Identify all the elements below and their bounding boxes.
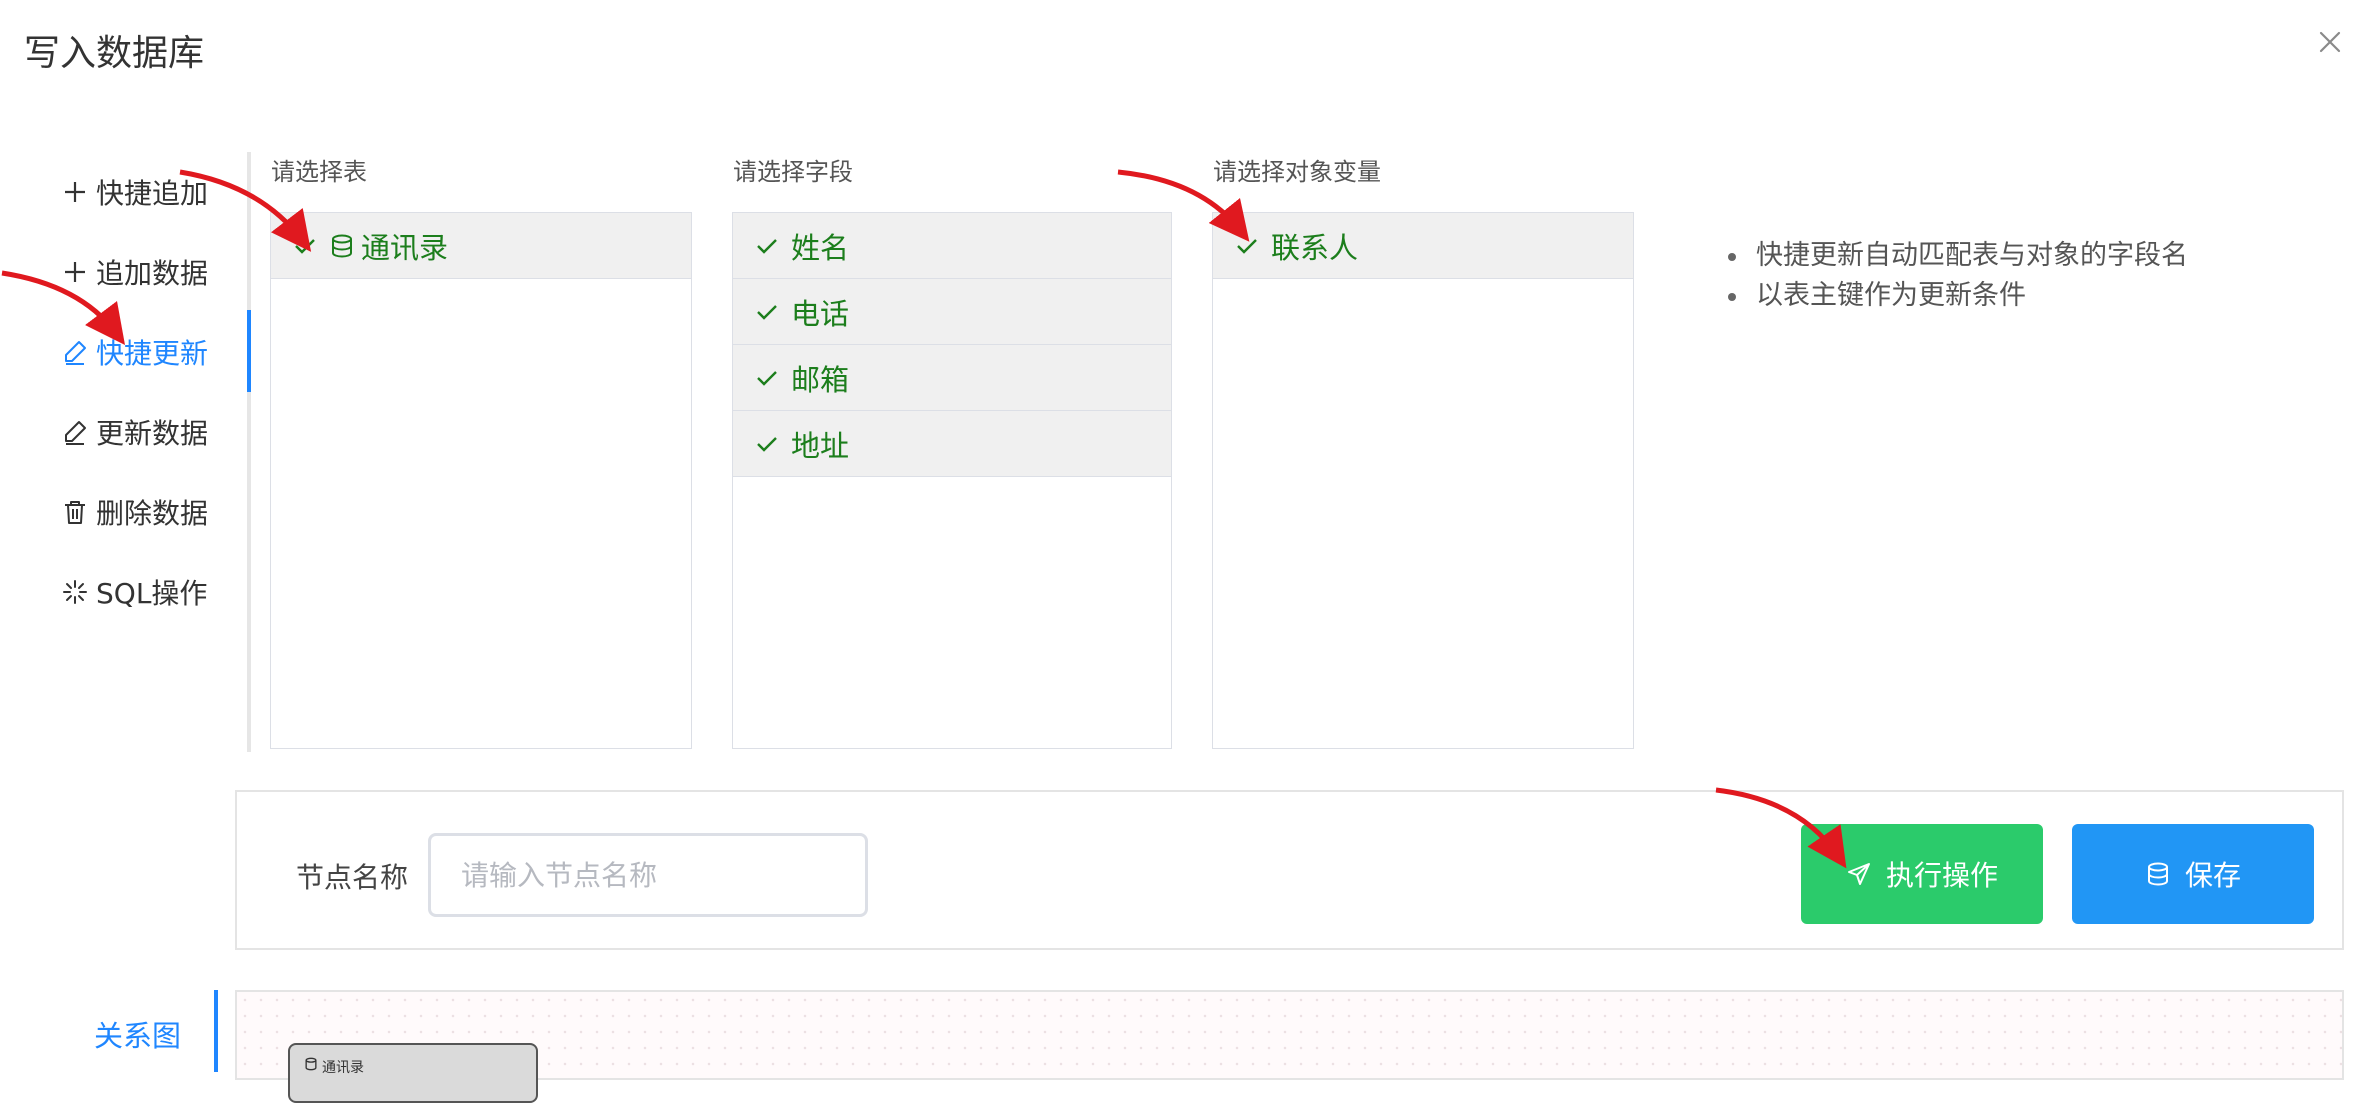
tab-active-indicator [214,990,218,1072]
check-icon [757,304,777,320]
plus-icon [65,182,85,202]
menu-item-label: 快捷更新 [96,337,209,370]
database-icon [2147,862,2168,886]
relation-graph-canvas[interactable] [235,990,2344,1080]
menu-item-sql[interactable]: SQL操作 [62,572,207,612]
field-row[interactable]: 邮箱 [733,345,1171,411]
table-select-label: 请选择表 [271,158,367,186]
object-row[interactable]: 联系人 [1213,213,1633,279]
trash-icon [65,501,85,524]
table-name: 通讯录 [361,230,449,265]
field-name: 地址 [791,428,850,463]
field-name: 电话 [791,296,850,331]
graph-node-label: 通讯录 [322,1060,364,1076]
field-name: 姓名 [791,230,850,265]
tab-relation-graph[interactable]: 关系图 [94,1013,181,1055]
hint-item: 快捷更新自动匹配表与对象的字段名 [1722,236,2188,276]
database-icon [332,234,352,258]
send-icon [1847,863,1870,885]
check-icon [757,436,777,452]
graph-node[interactable]: 通讯录 [288,1043,538,1103]
check-icon [757,370,777,386]
menu-item-label: 更新数据 [96,417,209,450]
field-row[interactable]: 姓名 [733,213,1171,279]
check-icon [1237,238,1257,254]
menu-item-quick-update[interactable]: 快捷更新 [62,332,208,372]
check-icon [295,238,315,254]
menu-item-quick-append[interactable]: 快捷追加 [62,172,208,212]
field-name: 邮箱 [791,362,850,397]
save-button[interactable]: 保存 [2072,824,2314,924]
menu-divider [247,152,251,752]
close-button[interactable] [2310,22,2350,62]
execute-button[interactable]: 执行操作 [1801,824,2043,924]
close-icon [2319,31,2341,53]
menu-item-update-data[interactable]: 更新数据 [62,412,208,452]
hint-list: 快捷更新自动匹配表与对象的字段名 以表主键作为更新条件 [1722,236,2188,316]
execute-button-label: 执行操作 [1885,859,1998,892]
menu-item-label: SQL操作 [96,577,208,610]
menu-active-indicator [247,310,251,392]
field-list: 姓名 电话 邮箱 地址 [732,212,1172,749]
field-row[interactable]: 地址 [733,411,1171,477]
menu-item-append-data[interactable]: 追加数据 [62,252,208,292]
table-row[interactable]: 通讯录 [271,213,691,279]
field-row[interactable]: 电话 [733,279,1171,345]
field-select-label: 请选择字段 [733,158,853,186]
menu-item-label: 追加数据 [96,257,209,290]
object-name: 联系人 [1271,230,1359,265]
object-select-label: 请选择对象变量 [1213,158,1381,186]
node-name-input[interactable] [428,833,868,917]
menu-item-delete-data[interactable]: 删除数据 [62,492,208,532]
dialog-title: 写入数据库 [24,33,205,74]
edit-icon [65,341,86,365]
node-name-label: 节点名称 [296,861,409,894]
save-button-label: 保存 [2184,859,2241,892]
object-list: 联系人 [1212,212,1634,749]
hint-item: 以表主键作为更新条件 [1722,276,2188,316]
sparkle-icon [63,580,87,604]
menu-item-label: 快捷追加 [96,177,209,210]
menu-item-label: 删除数据 [96,497,209,530]
table-list: 通讯录 [270,212,692,749]
check-icon [757,238,777,254]
plus-icon [65,262,85,282]
database-icon [305,1057,317,1071]
edit-icon [65,421,86,445]
